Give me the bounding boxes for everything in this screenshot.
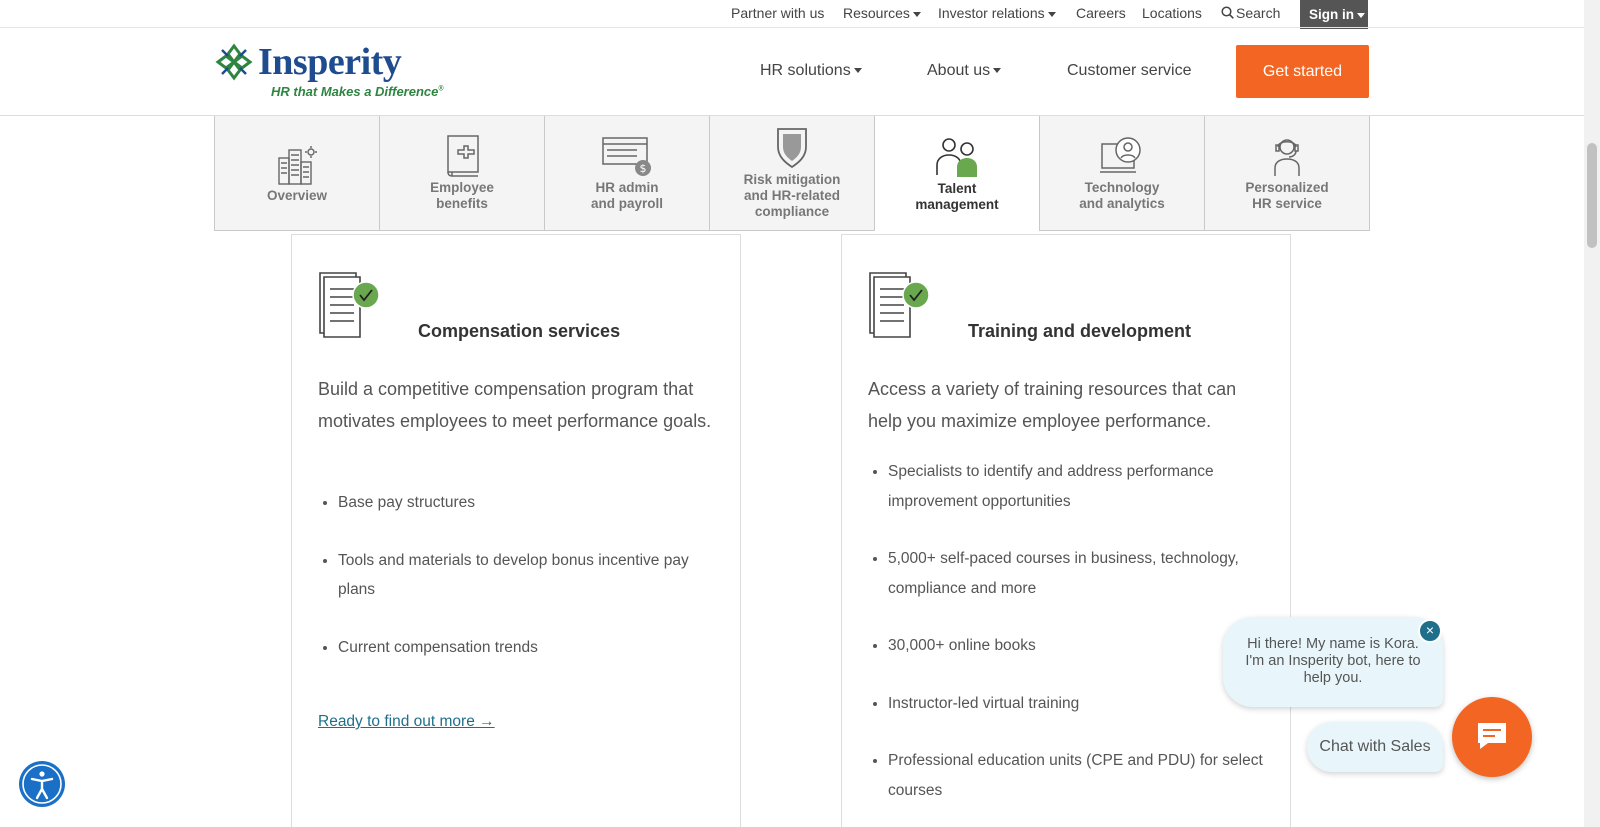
- payroll-check-icon: $: [602, 137, 651, 176]
- scrollbar[interactable]: [1584, 0, 1600, 827]
- tab-label: Employee benefits: [430, 180, 494, 211]
- search-link[interactable]: Search: [1221, 5, 1280, 21]
- hr-solutions-menu[interactable]: HR solutions: [760, 62, 862, 80]
- page: Partner with us Resources Investor relat…: [0, 0, 1600, 827]
- medical-book-icon: [447, 135, 479, 177]
- customer-service-link[interactable]: Customer service: [1067, 62, 1191, 80]
- find-out-more-link[interactable]: Ready to find out more →: [318, 713, 495, 731]
- about-us-label: About us: [927, 62, 991, 79]
- list-item: Current compensation trends: [338, 633, 718, 663]
- tab-employee-benefits[interactable]: Employee benefits: [379, 116, 545, 231]
- hr-solutions-label: HR solutions: [760, 62, 851, 79]
- scrollbar-thumb[interactable]: [1587, 143, 1597, 248]
- about-us-menu[interactable]: About us: [927, 62, 1002, 80]
- chat-launcher-button[interactable]: [1452, 697, 1532, 777]
- careers-link[interactable]: Careers: [1076, 5, 1126, 21]
- tab-label: Overview: [266, 188, 328, 203]
- shield-icon: [777, 128, 807, 169]
- locations-link[interactable]: Locations: [1142, 5, 1202, 21]
- resources-menu[interactable]: Resources: [843, 5, 921, 21]
- tab-label: Talent management: [915, 180, 999, 212]
- chevron-down-icon: [912, 11, 921, 17]
- sign-in-button[interactable]: Sign in: [1300, 0, 1368, 29]
- investor-relations-label: Investor relations: [938, 5, 1045, 21]
- insperity-logo[interactable]: Insperity HR that Makes a Difference®: [214, 41, 444, 102]
- logo-tagline-text: HR that Makes a Difference: [271, 84, 439, 99]
- tab-label: Personalized HR service: [1245, 180, 1329, 211]
- search-label: Search: [1236, 5, 1281, 21]
- buildings-icon: [278, 146, 317, 185]
- list-item: Professional education units (CPE and PD…: [888, 746, 1268, 805]
- tab-technology-analytics[interactable]: Technology and analytics: [1039, 116, 1205, 231]
- tab-talent-management[interactable]: Talent management: [874, 116, 1040, 231]
- solutions-tabs: Overview Employee benefits $ HR admin an…: [214, 116, 1370, 231]
- get-started-button[interactable]: Get started: [1236, 45, 1369, 98]
- logo-tagline: HR that Makes a Difference®: [271, 84, 444, 99]
- training-card: Training and development Access a variet…: [841, 234, 1291, 827]
- tab-label: Technology and analytics: [1079, 180, 1165, 211]
- card-title: Compensation services: [418, 321, 621, 341]
- chat-with-sales-button[interactable]: Chat with Sales: [1307, 722, 1443, 772]
- resources-label: Resources: [843, 5, 910, 21]
- list-item: 30,000+ online books: [888, 631, 1268, 661]
- tab-label: Risk mitigation and HR-related complianc…: [743, 172, 841, 219]
- search-icon: [1221, 6, 1234, 19]
- card-title: Training and development: [968, 321, 1192, 341]
- registered-mark: ®: [438, 85, 444, 93]
- card-intro: Build a competitive compensation program…: [318, 379, 712, 431]
- utility-nav: Partner with us Resources Investor relat…: [0, 0, 1584, 29]
- list-item: Specialists to identify and address perf…: [888, 457, 1268, 516]
- list-item: Base pay structures: [338, 488, 718, 518]
- chevron-down-icon: [1047, 11, 1056, 17]
- document-check-icon: [319, 272, 380, 338]
- list-item: Instructor-led virtual training: [888, 689, 1268, 719]
- compensation-card: Compensation services Build a competitiv…: [291, 234, 741, 827]
- tab-overview[interactable]: Overview: [214, 116, 380, 231]
- people-icon: [936, 137, 977, 177]
- sign-in-label: Sign in: [1309, 7, 1354, 22]
- svg-text:$: $: [640, 162, 647, 175]
- tab-hr-admin-payroll[interactable]: $ HR admin and payroll: [544, 116, 710, 231]
- chevron-down-icon: [1357, 12, 1365, 18]
- logo-wordmark: Insperity: [258, 41, 402, 83]
- chevron-down-icon: [993, 68, 1002, 74]
- tab-risk-mitigation[interactable]: Risk mitigation and HR-related complianc…: [709, 116, 875, 231]
- close-icon[interactable]: ×: [1418, 619, 1442, 643]
- chat-icon: [1478, 723, 1506, 749]
- chevron-down-icon: [853, 68, 862, 74]
- list-item: Tools and materials to develop bonus inc…: [338, 546, 718, 605]
- card-intro: Access a variety of training resources t…: [868, 379, 1237, 431]
- main-header: Insperity HR that Makes a Difference® HR…: [0, 28, 1584, 116]
- monitor-user-icon: [1100, 137, 1141, 173]
- feature-list: Specialists to identify and address perf…: [888, 457, 1268, 827]
- tab-personalized-hr-service[interactable]: Personalized HR service: [1204, 116, 1370, 231]
- headset-person-icon: [1274, 139, 1300, 176]
- accessibility-button[interactable]: [19, 761, 65, 807]
- list-item: 5,000+ self-paced courses in business, t…: [888, 544, 1268, 603]
- feature-list: Base pay structures Tools and materials …: [338, 488, 718, 690]
- investor-relations-menu[interactable]: Investor relations: [938, 5, 1056, 21]
- logo-mark-icon: [215, 43, 253, 81]
- chat-greeting-bubble[interactable]: Hi there! My name is Kora. I'm an Insper…: [1223, 617, 1443, 707]
- partner-link[interactable]: Partner with us: [731, 5, 824, 21]
- tab-label: HR admin and payroll: [590, 180, 663, 211]
- document-check-icon: [869, 272, 930, 338]
- accessibility-icon: [22, 764, 62, 804]
